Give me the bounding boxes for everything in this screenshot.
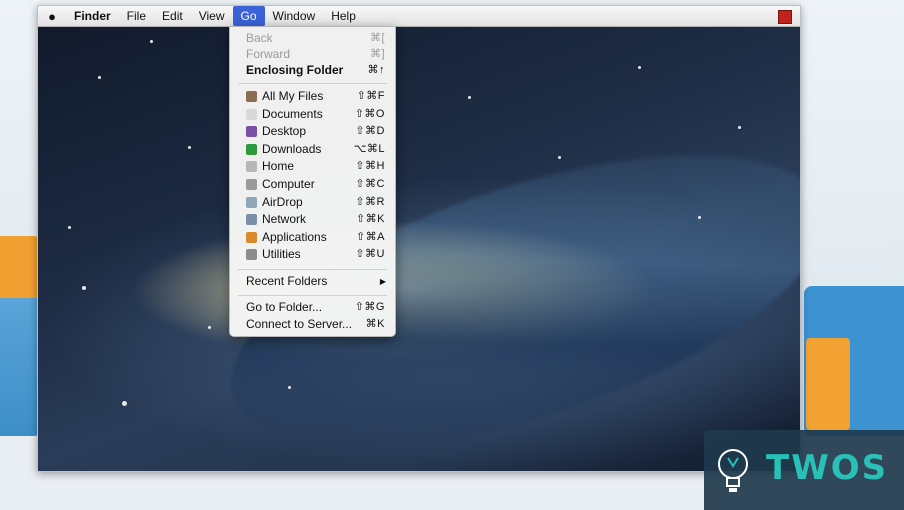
menu-item-label: Forward xyxy=(246,47,291,61)
menu-item-label: Documents xyxy=(262,106,323,121)
go-menu-dropdown: Back ⌘[ Forward ⌘] Enclosing Folder ⌘↑ A… xyxy=(229,26,396,337)
background-left-chair xyxy=(0,236,40,436)
network-icon xyxy=(246,214,257,226)
all-my-files-icon xyxy=(246,91,257,102)
menu-help[interactable]: Help xyxy=(323,6,364,26)
star xyxy=(638,66,641,69)
menu-separator xyxy=(238,83,387,84)
menu-item-desktop[interactable]: Desktop ⇧⌘D xyxy=(230,123,395,140)
menu-go[interactable]: Go xyxy=(232,6,265,26)
shortcut-label: ⌘↑ xyxy=(367,64,385,76)
applications-icon xyxy=(246,231,257,243)
menu-separator xyxy=(238,269,387,270)
menu-item-label: Go to Folder... xyxy=(246,300,323,314)
menu-item-label: Downloads xyxy=(262,141,322,156)
star xyxy=(150,40,153,43)
menu-edit[interactable]: Edit xyxy=(154,6,191,26)
submenu-arrow-icon: ▶ xyxy=(379,277,386,286)
menu-item-back[interactable]: Back ⌘[ xyxy=(230,30,395,47)
menu-item-label: Desktop xyxy=(262,124,307,139)
shortcut-label: ⌘[ xyxy=(369,32,385,44)
shortcut-label: ⇧⌘A xyxy=(355,230,385,243)
menu-item-utilities[interactable]: Utilities ⇧⌘U xyxy=(230,246,395,263)
documents-icon xyxy=(246,108,257,120)
menu-item-downloads[interactable]: Downloads ⌥⌘L xyxy=(230,141,395,158)
star xyxy=(188,146,191,149)
menu-item-label: Home xyxy=(262,159,295,174)
menu-item-label: AirDrop xyxy=(262,194,303,209)
menu-bar: ● Finder File Edit View Go Window Help xyxy=(38,6,800,27)
star xyxy=(68,226,71,229)
apple-menu-icon[interactable]: ● xyxy=(38,9,66,24)
menu-item-label: Applications xyxy=(262,229,327,244)
menu-item-all-my-files[interactable]: All My Files ⇧⌘F xyxy=(230,88,395,105)
menu-finder[interactable]: Finder xyxy=(66,6,119,26)
menu-item-label: Connect to Server... xyxy=(246,317,353,331)
shortcut-label: ⌘K xyxy=(365,318,385,330)
star xyxy=(98,76,101,79)
menu-view[interactable]: View xyxy=(191,6,233,26)
menu-item-home[interactable]: Home ⇧⌘H xyxy=(230,158,395,175)
menu-item-go-to-folder[interactable]: Go to Folder... ⇧⌘G xyxy=(230,299,395,316)
computer-icon xyxy=(246,179,257,190)
menu-item-forward[interactable]: Forward ⌘] xyxy=(230,46,395,63)
shortcut-label: ⇧⌘K xyxy=(355,213,385,226)
shortcut-label: ⇧⌘G xyxy=(354,301,385,313)
menu-item-network[interactable]: Network ⇧⌘K xyxy=(230,211,395,228)
star xyxy=(288,386,291,389)
downloads-icon xyxy=(246,143,257,155)
star xyxy=(558,156,561,159)
menu-item-connect-to-server[interactable]: Connect to Server... ⌘K xyxy=(230,316,395,333)
utilities-icon xyxy=(246,249,257,261)
menu-item-label: Recent Folders xyxy=(246,274,328,288)
shortcut-label: ⇧⌘U xyxy=(355,248,385,261)
background-orange-block xyxy=(806,338,850,430)
menu-item-label: Network xyxy=(262,212,307,227)
desktop-wallpaper xyxy=(38,26,800,471)
shortcut-label: ⇧⌘R xyxy=(355,195,385,208)
shortcut-label: ⇧⌘O xyxy=(354,107,385,120)
menu-item-label: Enclosing Folder xyxy=(246,63,344,77)
menu-item-label: All My Files xyxy=(262,89,324,103)
star xyxy=(468,96,471,99)
lightbulb-logo-icon xyxy=(718,449,748,492)
star xyxy=(208,326,211,329)
shortcut-label: ⇧⌘C xyxy=(355,178,385,190)
menu-item-applications[interactable]: Applications ⇧⌘A xyxy=(230,229,395,246)
menu-item-enclosing-folder[interactable]: Enclosing Folder ⌘↑ xyxy=(230,62,395,79)
star xyxy=(122,401,127,406)
airdrop-icon xyxy=(246,196,257,208)
home-icon xyxy=(246,161,257,173)
shortcut-label: ⌘] xyxy=(369,48,385,60)
shortcut-label: ⌥⌘L xyxy=(353,142,385,155)
star xyxy=(698,216,701,219)
menu-item-airdrop[interactable]: AirDrop ⇧⌘R xyxy=(230,194,395,211)
menu-file[interactable]: File xyxy=(119,6,154,26)
shortcut-label: ⇧⌘F xyxy=(356,90,385,102)
desktop-icon xyxy=(246,126,257,138)
menu-separator xyxy=(238,295,387,296)
menu-item-label: Utilities xyxy=(262,247,301,262)
star xyxy=(82,286,86,290)
menu-item-computer[interactable]: Computer ⇧⌘C xyxy=(230,176,395,193)
menu-item-label: Back xyxy=(246,31,273,45)
mac-screen: ● Finder File Edit View Go Window Help xyxy=(37,5,801,472)
twos-watermark: TWOS xyxy=(704,430,904,510)
star xyxy=(738,126,741,129)
menu-item-documents[interactable]: Documents ⇧⌘O xyxy=(230,106,395,123)
watermark-text: TWOS xyxy=(766,448,889,488)
shortcut-label: ⇧⌘D xyxy=(355,125,385,138)
menu-window[interactable]: Window xyxy=(265,6,324,26)
shortcut-label: ⇧⌘H xyxy=(355,160,385,173)
status-icon[interactable] xyxy=(778,10,792,24)
menu-item-recent-folders[interactable]: Recent Folders ▶ xyxy=(230,273,395,290)
menu-item-label: Computer xyxy=(262,177,315,191)
